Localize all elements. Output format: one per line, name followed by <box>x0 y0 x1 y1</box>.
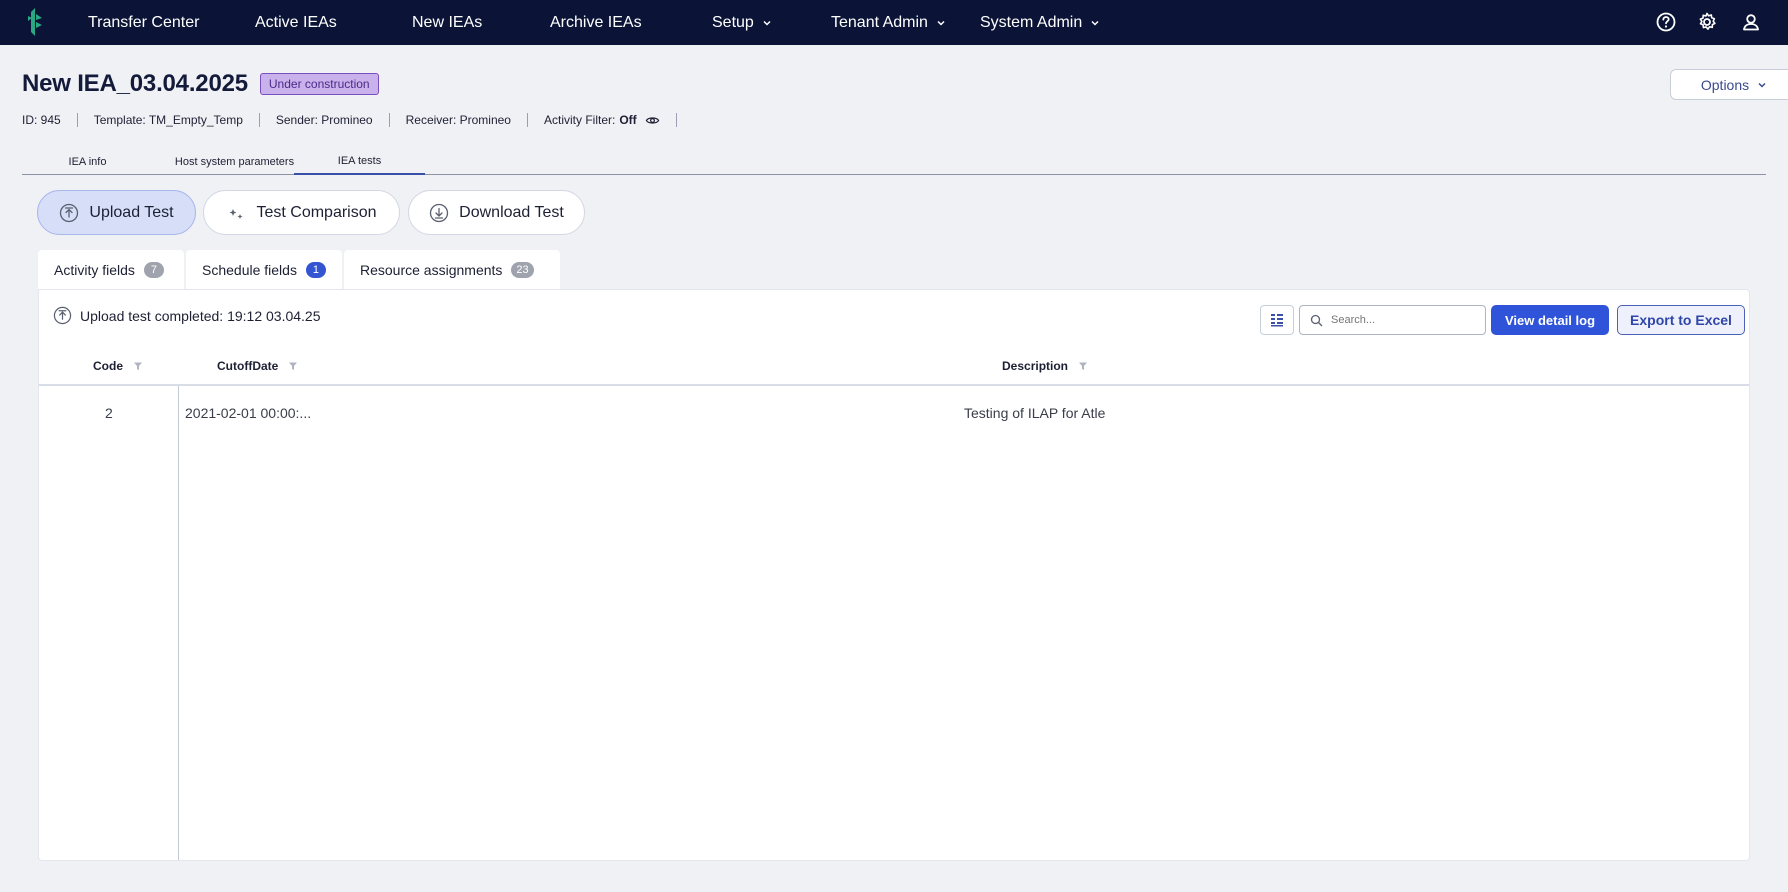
export-to-excel-button[interactable]: Export to Excel <box>1617 305 1745 335</box>
cell-description: Testing of ILAP for Atle <box>964 405 1106 421</box>
nav-label: System Admin <box>980 13 1083 31</box>
grid-header: Code CutoffDate Description <box>39 346 1749 386</box>
subtab-label: Activity fields <box>54 261 135 278</box>
download-test-button[interactable]: Download Test <box>408 190 585 235</box>
meta-sender: Sender: Promineo <box>275 113 373 127</box>
nav-setup[interactable]: Setup <box>712 0 772 45</box>
search-icon <box>1310 314 1323 326</box>
tab-iea-info[interactable]: IEA info <box>22 148 153 175</box>
status-badge: Under construction <box>259 73 379 95</box>
tab-iea-tests[interactable]: IEA tests <box>294 148 425 175</box>
meta-receiver: Receiver: Promineo <box>405 113 511 127</box>
filter-icon[interactable] <box>1078 361 1088 371</box>
meta-template: Template: TM_Empty_Temp <box>93 113 243 127</box>
download-icon <box>430 203 449 222</box>
chevron-down-icon <box>1758 82 1766 88</box>
help-icon[interactable] <box>1655 11 1677 33</box>
test-comparison-label: Test Comparison <box>256 203 377 221</box>
page-header: New IEA_03.04.2025 Under construction <box>22 70 379 98</box>
upload-status-text: Upload test completed: 19:12 03.04.25 <box>80 307 321 324</box>
nav-label: Active IEAs <box>255 13 337 31</box>
view-detail-log-button[interactable]: View detail log <box>1491 305 1609 335</box>
download-test-label: Download Test <box>459 203 564 221</box>
activity-filter-value: Off <box>619 113 637 127</box>
column-label: Description <box>1002 359 1069 373</box>
subtab-activity-fields[interactable]: Activity fields 7 <box>38 250 184 289</box>
options-label: Options <box>1700 76 1750 93</box>
column-label: CutoffDate <box>217 359 279 373</box>
nav-archive-ieas[interactable]: Archive IEAs <box>550 0 642 45</box>
search-field[interactable] <box>1299 305 1486 335</box>
column-label: Code <box>93 359 123 373</box>
top-navigation: Transfer Center Active IEAs New IEAs Arc… <box>0 0 1788 45</box>
chevron-down-icon <box>937 20 945 26</box>
gear-icon[interactable] <box>1696 11 1718 33</box>
meta-activity-filter: Activity Filter: Off <box>544 113 660 128</box>
iea-meta: ID: 945 Template: TM_Empty_Temp Sender: … <box>22 112 693 128</box>
nav-label: Archive IEAs <box>550 13 642 31</box>
section-tabs: IEA info Host system parameters IEA test… <box>22 148 1766 175</box>
search-input[interactable] <box>1331 314 1471 326</box>
user-icon[interactable] <box>1740 11 1762 33</box>
sparkle-icon <box>229 208 243 219</box>
subtab-resource-assignments[interactable]: Resource assignments 23 <box>344 250 560 289</box>
upload-icon <box>60 203 79 222</box>
divider <box>526 113 528 127</box>
page-title: New IEA_03.04.2025 <box>22 70 248 97</box>
filter-icon[interactable] <box>288 361 298 371</box>
nav-new-ieas[interactable]: New IEAs <box>412 0 482 45</box>
subtab-label: Resource assignments <box>360 261 503 278</box>
column-header-code[interactable]: Code <box>93 346 143 386</box>
nav-active-ieas[interactable]: Active IEAs <box>255 0 337 45</box>
divider <box>76 113 78 127</box>
nav-transfer-center[interactable]: Transfer Center <box>88 0 199 45</box>
upload-test-label: Upload Test <box>89 203 174 221</box>
nav-label: Transfer Center <box>88 13 200 31</box>
chevron-down-icon <box>763 20 771 26</box>
subtab-label: Schedule fields <box>202 261 297 278</box>
divider <box>258 113 260 127</box>
app-logo-icon[interactable] <box>26 8 44 36</box>
tab-host-system-parameters[interactable]: Host system parameters <box>153 148 316 175</box>
columns-icon <box>1271 314 1283 327</box>
filter-icon[interactable] <box>133 361 143 371</box>
nav-tenant-admin[interactable]: Tenant Admin <box>831 0 946 45</box>
nav-system-admin[interactable]: System Admin <box>980 0 1100 45</box>
cell-cutoffdate: 2021-02-01 00:00:... <box>185 405 312 421</box>
count-badge: 7 <box>143 261 164 278</box>
cell-code: 2 <box>105 405 113 421</box>
column-chooser-button[interactable] <box>1260 305 1294 335</box>
count-badge: 1 <box>305 261 326 278</box>
schedule-fields-panel: Upload test completed: 19:12 03.04.25 Vi… <box>38 289 1750 861</box>
subtab-schedule-fields[interactable]: Schedule fields 1 <box>186 250 342 289</box>
upload-status: Upload test completed: 19:12 03.04.25 <box>53 306 321 325</box>
column-header-description[interactable]: Description <box>1002 346 1088 386</box>
nav-label: Tenant Admin <box>831 13 928 31</box>
frozen-column-divider <box>178 386 179 860</box>
divider <box>388 113 390 127</box>
upload-test-button[interactable]: Upload Test <box>37 190 196 235</box>
eye-icon[interactable] <box>645 113 660 128</box>
activity-filter-label: Activity Filter: <box>543 113 616 127</box>
meta-id: ID: 945 <box>22 113 61 127</box>
test-comparison-button[interactable]: Test Comparison <box>203 190 400 235</box>
upload-icon <box>53 306 72 325</box>
column-header-cutoffdate[interactable]: CutoffDate <box>217 346 298 386</box>
options-button[interactable]: Options <box>1670 69 1788 100</box>
divider <box>675 113 677 127</box>
count-badge: 23 <box>511 261 534 278</box>
chevron-down-icon <box>1091 20 1099 26</box>
nav-label: Setup <box>712 13 754 31</box>
nav-label: New IEAs <box>412 13 483 31</box>
